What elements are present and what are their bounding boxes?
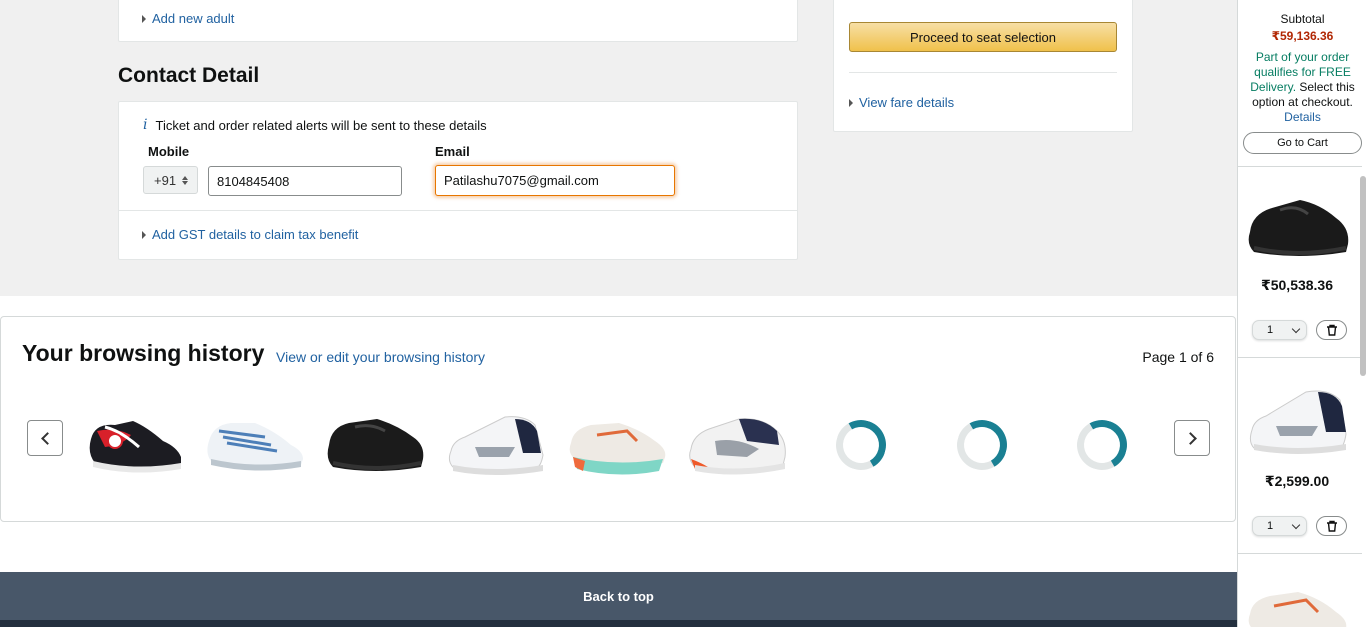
loading-spinner-icon <box>951 414 1013 476</box>
cart-item-image-3[interactable] <box>1246 572 1350 627</box>
carousel-prev-button[interactable] <box>27 420 63 456</box>
back-to-top-button[interactable]: Back to top <box>0 572 1237 620</box>
chevron-left-icon <box>40 431 54 445</box>
history-item-shoe-4[interactable] <box>445 401 545 481</box>
carousel-next-button[interactable] <box>1174 420 1210 456</box>
add-adult-link[interactable]: Add new adult <box>142 11 234 26</box>
proceed-to-seat-selection-button[interactable]: Proceed to seat selection <box>849 22 1117 52</box>
caret-right-icon <box>142 14 146 23</box>
add-gst-link[interactable]: Add GST details to claim tax benefit <box>142 227 358 242</box>
quantity-select[interactable]: 1 <box>1252 516 1307 536</box>
cart-scrollbar[interactable] <box>1360 176 1366 376</box>
edit-browsing-history-link[interactable]: View or edit your browsing history <box>276 349 485 365</box>
footer <box>0 620 1237 627</box>
country-code-select[interactable]: +91 <box>143 166 198 194</box>
delete-item-button[interactable] <box>1316 516 1347 536</box>
cart-item-price: ₹2,599.00 <box>1264 473 1330 489</box>
history-item-shoe-1[interactable] <box>85 401 185 481</box>
contact-info-line: i Ticket and order related alerts will b… <box>143 117 487 133</box>
country-code-value: +91 <box>154 172 177 188</box>
info-icon: i <box>143 117 148 133</box>
contact-info-text: Ticket and order related alerts will be … <box>155 117 487 133</box>
trash-icon <box>1326 520 1337 532</box>
mobile-label: Mobile <box>148 144 190 159</box>
contact-divider <box>119 210 797 211</box>
delete-item-button[interactable] <box>1316 320 1347 340</box>
delivery-details-link[interactable]: Details <box>1284 110 1321 124</box>
caret-right-icon <box>142 230 146 239</box>
fare-divider <box>849 72 1117 73</box>
view-fare-details-link[interactable]: View fare details <box>849 95 954 110</box>
cart-divider <box>1238 357 1362 358</box>
add-gst-label: Add GST details to claim tax benefit <box>152 227 359 242</box>
cart-item-image-2[interactable] <box>1246 378 1350 458</box>
chevron-down-icon <box>1291 324 1301 334</box>
go-to-cart-button[interactable]: Go to Cart <box>1243 132 1362 154</box>
chevron-down-icon <box>1291 520 1301 530</box>
subtotal-value: ₹59,136.36 <box>1271 29 1334 43</box>
chevron-right-icon <box>1183 431 1197 445</box>
cart-divider <box>1238 553 1362 554</box>
history-item-shoe-3[interactable] <box>325 401 425 481</box>
spinner-arrows-icon <box>182 175 189 185</box>
contact-card: i Ticket and order related alerts will b… <box>118 101 798 260</box>
add-adult-label: Add new adult <box>152 11 235 26</box>
cart-item-price: ₹50,538.36 <box>1260 277 1334 293</box>
loading-spinner-icon <box>830 414 892 476</box>
email-input[interactable] <box>435 165 675 196</box>
subtotal-label: Subtotal <box>1280 12 1325 26</box>
free-delivery-note: Part of your order qualifies for FREE De… <box>1244 50 1361 125</box>
caret-right-icon <box>849 98 853 107</box>
fare-summary-card: Proceed to seat selection View fare deta… <box>833 0 1133 132</box>
loading-spinner-icon <box>1071 414 1133 476</box>
history-item-shoe-6[interactable] <box>687 401 787 481</box>
cart-divider <box>1238 166 1362 167</box>
quantity-select[interactable]: 1 <box>1252 320 1307 340</box>
email-label: Email <box>435 144 470 159</box>
contact-detail-title: Contact Detail <box>118 64 260 87</box>
passenger-card: Add new adult <box>118 0 798 42</box>
checkout-main: Add new adult Contact Detail i Ticket an… <box>0 0 1237 627</box>
carousel-page-info: Page 1 of 6 <box>1142 349 1214 365</box>
trash-icon <box>1326 324 1337 336</box>
mobile-input[interactable] <box>208 166 402 196</box>
browsing-history-title: Your browsing history <box>22 340 265 366</box>
cart-item-image-1[interactable] <box>1246 186 1350 266</box>
browsing-history-card: Your browsing history View or edit your … <box>0 316 1236 522</box>
quantity-value: 1 <box>1267 520 1274 532</box>
history-item-shoe-5[interactable] <box>567 401 667 481</box>
history-item-shoe-2[interactable] <box>205 401 305 481</box>
cart-sidebar: Subtotal ₹59,136.36 Part of your order q… <box>1237 0 1366 627</box>
view-fare-label: View fare details <box>859 95 955 110</box>
quantity-value: 1 <box>1267 324 1274 336</box>
